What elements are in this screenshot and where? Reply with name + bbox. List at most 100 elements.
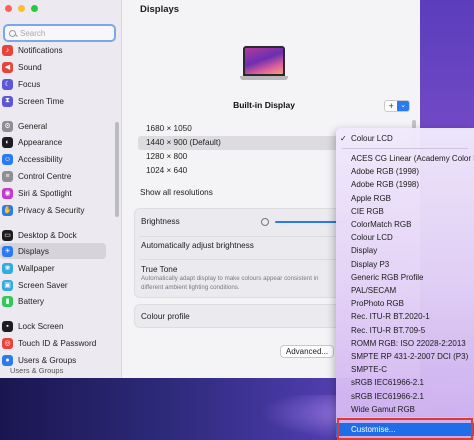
display-name: Built-in Display <box>233 100 295 110</box>
highlight-annotation <box>337 418 473 440</box>
menu-item[interactable]: SMPTE RP 431-2-2007 DCI (P3) <box>336 350 474 363</box>
bell-icon: ♪ <box>2 44 13 56</box>
speaker-icon: ◀ <box>2 61 13 73</box>
sidebar-item-label: Notifications <box>18 45 63 55</box>
hand-icon: ✋ <box>2 204 13 216</box>
sidebar-item-battery[interactable]: ▮ Battery <box>0 293 120 309</box>
checkmark-icon: ✓ <box>340 134 347 143</box>
advanced-button[interactable]: Advanced... <box>280 345 334 358</box>
sidebar-item-label: Users & Groups <box>18 355 77 365</box>
sidebar-item-label: Sound <box>18 62 42 72</box>
sidebar-item-notifications[interactable]: ♪ Notifications <box>0 42 120 58</box>
gear-icon: ⚙ <box>2 120 13 132</box>
users-icon: ● <box>2 354 13 366</box>
sidebar-item-label: Displays <box>18 246 49 256</box>
sidebar-item-label: Accessibility <box>18 154 63 164</box>
brightness-label: Brightness <box>141 217 180 226</box>
users-groups-peek: Users & Groups <box>10 366 64 375</box>
menu-item[interactable]: sRGB IEC61966-2.1 <box>336 376 474 389</box>
hourglass-icon: ⧗ <box>2 95 13 107</box>
menu-item[interactable]: ProPhoto RGB <box>336 297 474 310</box>
sidebar-item-siri-spotlight[interactable]: ◉ Siri & Spotlight <box>0 185 120 201</box>
search-field[interactable] <box>3 24 116 42</box>
menu-item-label: Colour LCD <box>351 134 393 143</box>
zoom-button[interactable] <box>31 5 38 12</box>
plus-icon: + <box>388 101 394 111</box>
appearance-icon: ◐ <box>2 136 13 148</box>
menu-item[interactable]: Rec. ITU-R BT.709-5 <box>336 324 474 337</box>
menu-item[interactable]: ColorMatch RGB <box>336 218 474 231</box>
sidebar-item-privacy-security[interactable]: ✋ Privacy & Security <box>0 202 120 218</box>
sidebar-item-label: Desktop & Dock <box>18 230 77 240</box>
sidebar-item-screen-saver[interactable]: ▣ Screen Saver <box>0 277 120 293</box>
sidebar-item-label: General <box>18 121 48 131</box>
resolution-option[interactable]: 1280 × 800 <box>138 150 338 164</box>
menu-item[interactable]: ACES CG Linear (Academy Color Encoding S… <box>336 152 474 165</box>
true-tone-description: Automatically adapt display to make colo… <box>141 275 319 291</box>
sidebar-item-label: Screen Time <box>18 96 64 106</box>
menu-item[interactable]: PAL/SECAM <box>336 284 474 297</box>
sidebar-item-label: Appearance <box>18 137 63 147</box>
menu-item[interactable]: Rec. ITU-R BT.2020-1 <box>336 310 474 323</box>
resolution-option[interactable]: 1024 × 640 <box>138 164 338 178</box>
menu-item[interactable]: CIE RGB <box>336 205 474 218</box>
sidebar: ♪ Notifications ◀ Sound ☾ Focus ⧗ Screen Time ⚙ G… <box>0 0 122 378</box>
sidebar-item-accessibility[interactable]: ☺ Accessibility <box>0 151 120 167</box>
sidebar-item-label: Screen Saver <box>18 280 68 290</box>
sidebar-item-general[interactable]: ⚙ General <box>0 118 120 134</box>
menu-item[interactable]: Colour LCD <box>336 231 474 244</box>
dock-icon: ▭ <box>2 229 13 241</box>
menu-item[interactable]: Wide Gamut RGB <box>336 403 474 416</box>
sidebar-item-control-centre[interactable]: ≡ Control Centre <box>0 168 120 184</box>
menu-item-selected[interactable]: ✓ Colour LCD <box>336 132 474 145</box>
menu-item[interactable]: Display P3 <box>336 258 474 271</box>
sidebar-scrollbar[interactable] <box>115 122 119 217</box>
close-button[interactable] <box>5 5 12 12</box>
control-centre-icon: ≡ <box>2 170 13 182</box>
laptop-icon[interactable] <box>240 46 288 92</box>
sidebar-item-displays[interactable]: ☀ Displays <box>0 243 106 259</box>
sidebar-item-label: Wallpaper <box>18 263 55 273</box>
sidebar-item-label: Siri & Spotlight <box>18 188 72 198</box>
colour-profile-menu: ✓ Colour LCD ACES CG Linear (Academy Col… <box>336 128 474 440</box>
search-icon <box>9 29 16 37</box>
resolution-option-selected[interactable]: 1440 × 900 (Default) <box>138 136 338 150</box>
menu-item[interactable]: Display <box>336 244 474 257</box>
sidebar-item-appearance[interactable]: ◐ Appearance <box>0 134 120 150</box>
sidebar-item-label: Control Centre <box>18 171 72 181</box>
menu-item[interactable]: Adobe RGB (1998) <box>336 165 474 178</box>
wallpaper-icon: ❀ <box>2 262 13 274</box>
minimize-button[interactable] <box>18 5 25 12</box>
brightness-slider[interactable] <box>275 221 345 223</box>
true-tone-label: True Tone <box>141 265 178 274</box>
sidebar-item-touch-id-password[interactable]: ◎ Touch ID & Password <box>0 335 120 351</box>
menu-item[interactable]: Adobe RGB (1998) <box>336 178 474 191</box>
menu-item[interactable]: Generic RGB Profile <box>336 271 474 284</box>
menu-item[interactable]: ROMM RGB: ISO 22028-2:2013 <box>336 337 474 350</box>
show-all-resolutions-toggle[interactable]: Show all resolutions <box>140 188 213 197</box>
battery-icon: ▮ <box>2 295 13 307</box>
sun-icon: ☀ <box>2 245 13 257</box>
screen-saver-icon: ▣ <box>2 279 13 291</box>
menu-item[interactable]: Apple RGB <box>336 192 474 205</box>
add-display-button[interactable]: + ⌄ <box>384 100 410 112</box>
sidebar-item-sound[interactable]: ◀ Sound <box>0 59 120 75</box>
sidebar-item-desktop-dock[interactable]: ▭ Desktop & Dock <box>0 227 120 243</box>
fingerprint-icon: ◎ <box>2 337 13 349</box>
auto-brightness-label: Automatically adjust brightness <box>141 241 254 250</box>
page-title: Displays <box>140 4 180 15</box>
search-input[interactable] <box>20 28 110 38</box>
menu-separator <box>342 148 468 149</box>
accessibility-icon: ☺ <box>2 153 13 165</box>
window-controls <box>5 5 38 12</box>
sidebar-item-label: Lock Screen <box>18 321 64 331</box>
menu-item[interactable]: sRGB IEC61966-2.1 <box>336 390 474 403</box>
sidebar-item-wallpaper[interactable]: ❀ Wallpaper <box>0 260 120 276</box>
resolution-option[interactable]: 1680 × 1050 <box>138 122 338 136</box>
lock-icon: ▪ <box>2 320 13 332</box>
sidebar-item-screen-time[interactable]: ⧗ Screen Time <box>0 93 120 109</box>
sidebar-item-focus[interactable]: ☾ Focus <box>0 76 120 92</box>
chevron-down-icon: ⌄ <box>397 101 409 111</box>
sidebar-item-lock-screen[interactable]: ▪ Lock Screen <box>0 318 120 334</box>
menu-item[interactable]: SMPTE-C <box>336 363 474 376</box>
